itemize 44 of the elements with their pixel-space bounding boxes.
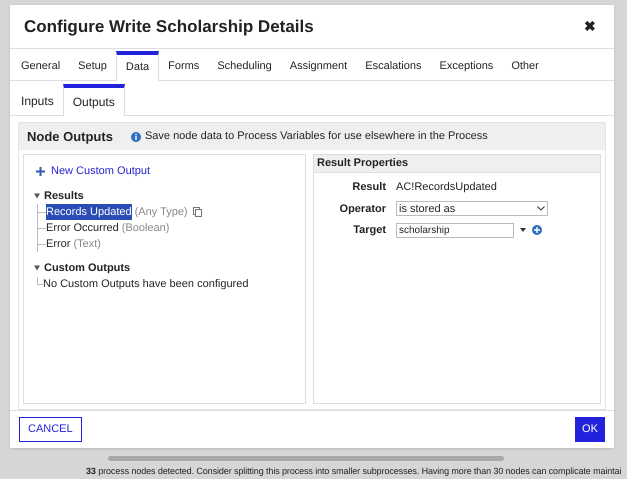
operator-dropdown[interactable]: is stored as xyxy=(396,201,548,216)
close-button[interactable]: ✖ xyxy=(584,16,600,38)
type-label: (Boolean) xyxy=(122,220,170,236)
tab[interactable]: Forms xyxy=(159,50,208,80)
ok-button[interactable]: OK xyxy=(575,417,605,442)
status-message: 33 process nodes detected. Consider splitting this process into smaller subprocesses. Having more than 30 nodes can complicate maintai xyxy=(86,466,622,477)
result-value: AC!RecordsUpdated xyxy=(396,180,498,196)
empty-message: No Custom Outputs have been configured xyxy=(43,276,248,292)
expand-arrow-icon[interactable] xyxy=(34,192,40,199)
section-description: Save node data to Process Variables for use elsewhere in the Process xyxy=(144,129,488,144)
chevron-down-icon xyxy=(537,206,545,212)
type-label: (Text) xyxy=(73,236,101,252)
tab[interactable]: Data xyxy=(116,50,160,81)
target-field[interactable]: scholarship xyxy=(396,222,514,238)
add-icon[interactable] xyxy=(532,225,542,236)
tree-group-label: Custom Outputs xyxy=(44,261,130,276)
sub-tab[interactable]: Outputs xyxy=(62,84,125,116)
plus-icon xyxy=(36,166,45,176)
dialog-title: Configure Write Scholarship Details xyxy=(24,16,314,38)
scrollbar-thumb[interactable] xyxy=(108,456,504,461)
tree-item[interactable]: Error xyxy=(46,236,70,252)
panel-title: Result Properties xyxy=(317,156,408,172)
field-label: Result xyxy=(351,180,386,196)
new-custom-output-link[interactable]: New Custom Output xyxy=(36,163,150,180)
tree-group-label: Results xyxy=(44,188,84,204)
tab[interactable]: Escalations xyxy=(356,50,430,80)
cancel-button[interactable]: CANCEL xyxy=(19,417,82,442)
tree-item[interactable]: Records Updated xyxy=(46,204,132,220)
tab[interactable]: Exceptions xyxy=(430,50,502,80)
field-label: Target xyxy=(352,223,386,238)
type-label: (Any Type) xyxy=(134,204,188,220)
dropdown-arrow-icon[interactable] xyxy=(520,228,526,232)
tab[interactable]: General xyxy=(12,50,70,80)
tab[interactable]: Other xyxy=(502,50,548,80)
field-label: Operator xyxy=(338,202,386,217)
sub-tab[interactable]: Inputs xyxy=(12,83,63,116)
section-title: Node Outputs xyxy=(27,128,113,146)
tab[interactable]: Setup xyxy=(69,50,116,80)
tab[interactable]: Assignment xyxy=(280,50,356,80)
tab[interactable]: Scheduling xyxy=(208,50,281,80)
copy-icon[interactable] xyxy=(192,207,202,218)
info-icon xyxy=(130,132,141,142)
tree-item[interactable]: Error Occurred xyxy=(46,220,119,236)
expand-arrow-icon[interactable] xyxy=(34,265,40,272)
